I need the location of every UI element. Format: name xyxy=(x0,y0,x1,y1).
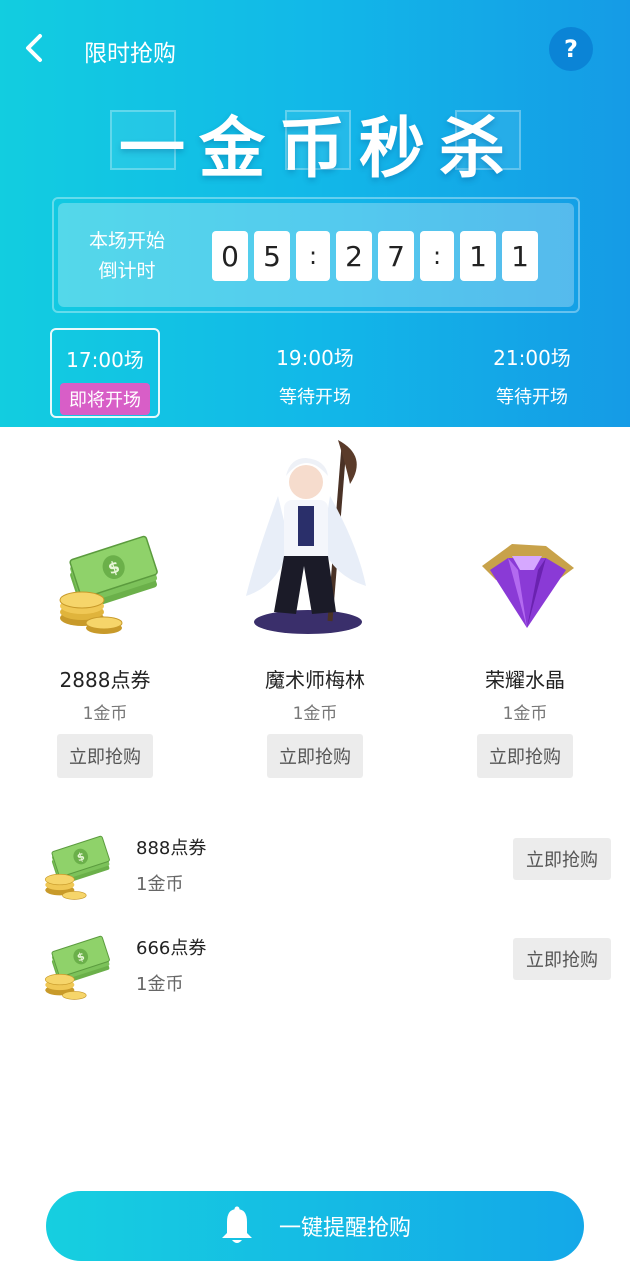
cash-coins-icon: $ xyxy=(44,935,110,1000)
merlin-character-image xyxy=(246,440,366,634)
tab-session-2100[interactable]: 21:00场 等待开场 xyxy=(477,328,587,418)
item-name: 666点券 xyxy=(136,938,207,959)
product-card: 魔术师梅林 1金币 立即抢购 xyxy=(210,664,420,778)
product-price: 1金币 xyxy=(502,704,548,724)
product-price: 1金币 xyxy=(82,704,128,724)
remind-button-label: 一键提醒抢购 xyxy=(278,1216,411,1241)
promo-title-char: 一 xyxy=(119,110,191,187)
tab-session-1700[interactable]: 17:00场 即将开场 xyxy=(50,328,160,418)
countdown-digit: 1 xyxy=(502,231,538,281)
promo-title-char: 金 xyxy=(199,110,271,187)
purple-crystal-icon xyxy=(482,544,574,628)
cash-coins-icon: $ xyxy=(44,835,110,900)
item-price: 1金币 xyxy=(136,974,184,995)
session-time: 21:00场 xyxy=(493,346,571,370)
product-price: 1金币 xyxy=(292,704,338,724)
product-card: 2888点券 1金币 立即抢购 xyxy=(0,664,210,778)
countdown-digit: 1 xyxy=(460,231,496,281)
session-time: 19:00场 xyxy=(276,346,354,370)
buy-now-button[interactable]: 立即抢购 xyxy=(513,838,611,880)
countdown-timer: 0 5 : 2 7 : 1 1 xyxy=(212,231,538,281)
countdown-label: 本场开始 倒计时 xyxy=(82,226,172,286)
countdown-label-line: 倒计时 xyxy=(98,260,156,282)
item-name: 888点券 xyxy=(136,838,207,859)
countdown-digit: 0 xyxy=(212,231,248,281)
promo-title-char: 秒 xyxy=(359,110,431,187)
countdown-separator: : xyxy=(420,231,454,281)
product-name: 2888点券 xyxy=(59,668,151,692)
session-time: 17:00场 xyxy=(66,348,144,372)
session-status: 等待开场 xyxy=(496,387,568,408)
countdown-digit: 5 xyxy=(254,231,290,281)
item-price: 1金币 xyxy=(136,874,184,895)
buy-now-button[interactable]: 立即抢购 xyxy=(267,734,363,778)
tab-session-1900[interactable]: 19:00场 等待开场 xyxy=(260,328,370,418)
session-tabs: 17:00场 即将开场 19:00场 等待开场 21:00场 等待开场 xyxy=(0,328,630,420)
bell-icon xyxy=(221,1206,252,1243)
back-arrow-icon[interactable] xyxy=(18,30,54,66)
countdown-separator: : xyxy=(296,231,330,281)
promo-title: 一 金 币 秒 杀 xyxy=(0,88,630,198)
cash-coins-icon: $ xyxy=(59,535,158,634)
buy-now-button[interactable]: 立即抢购 xyxy=(477,734,573,778)
buy-now-button[interactable]: 立即抢购 xyxy=(57,734,153,778)
header-banner: 限时抢购 ? 一 金 币 秒 杀 本场开始 倒计时 0 5 : 2 7 : 1 … xyxy=(0,0,630,427)
countdown-digit: 2 xyxy=(336,231,372,281)
product-name: 魔术师梅林 xyxy=(265,668,365,692)
page-title: 限时抢购 xyxy=(84,41,176,67)
session-status: 等待开场 xyxy=(279,387,351,408)
promo-title-char: 币 xyxy=(279,110,351,187)
product-name: 荣耀水晶 xyxy=(485,668,565,692)
help-icon[interactable]: ? xyxy=(549,27,593,71)
list-item: $ 888点券 1金币 立即抢购 xyxy=(0,830,630,910)
promo-title-char: 杀 xyxy=(439,110,511,187)
countdown-label-line: 本场开始 xyxy=(88,230,165,252)
countdown-digit: 7 xyxy=(378,231,414,281)
list-item: $ 666点券 1金币 立即抢购 xyxy=(0,930,630,1010)
session-status-badge: 即将开场 xyxy=(60,383,150,415)
buy-now-button[interactable]: 立即抢购 xyxy=(513,938,611,980)
product-card: 荣耀水晶 1金币 立即抢购 xyxy=(420,664,630,778)
remind-me-button[interactable]: 一键提醒抢购 xyxy=(46,1191,584,1261)
